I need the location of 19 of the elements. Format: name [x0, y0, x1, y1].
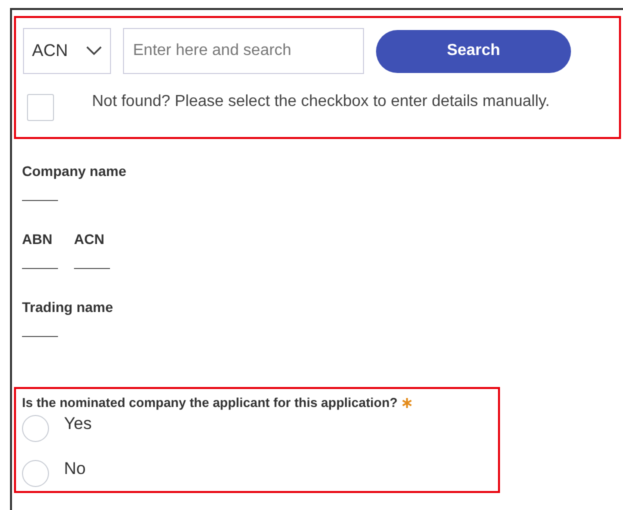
- option-label: No: [64, 458, 86, 480]
- checkbox[interactable]: [27, 94, 54, 121]
- option-label: Yes: [64, 413, 92, 436]
- empty-value-line: [22, 200, 58, 201]
- manual-entry-label: Not found? Please select the checkbox to enter details manually.: [92, 92, 550, 112]
- field-label: ACN: [74, 230, 106, 249]
- id-type-dropdown[interactable]: ACN: [23, 28, 111, 74]
- radio-button[interactable]: [22, 414, 49, 442]
- empty-value-line: [22, 336, 58, 337]
- empty-value-line: [74, 268, 110, 269]
- field-label: ABN: [22, 230, 54, 249]
- search-button[interactable]: Search: [376, 30, 571, 72]
- field-label: Trading name: [22, 298, 114, 317]
- search-field[interactable]: Enter here and search: [123, 28, 364, 74]
- empty-value-line: [22, 268, 58, 269]
- chevron-down-icon: [86, 46, 102, 56]
- field-label: Company name: [22, 162, 126, 181]
- question-text: Is the nominated company the applicant for this application?: [22, 394, 398, 412]
- radio-button[interactable]: [22, 460, 49, 486]
